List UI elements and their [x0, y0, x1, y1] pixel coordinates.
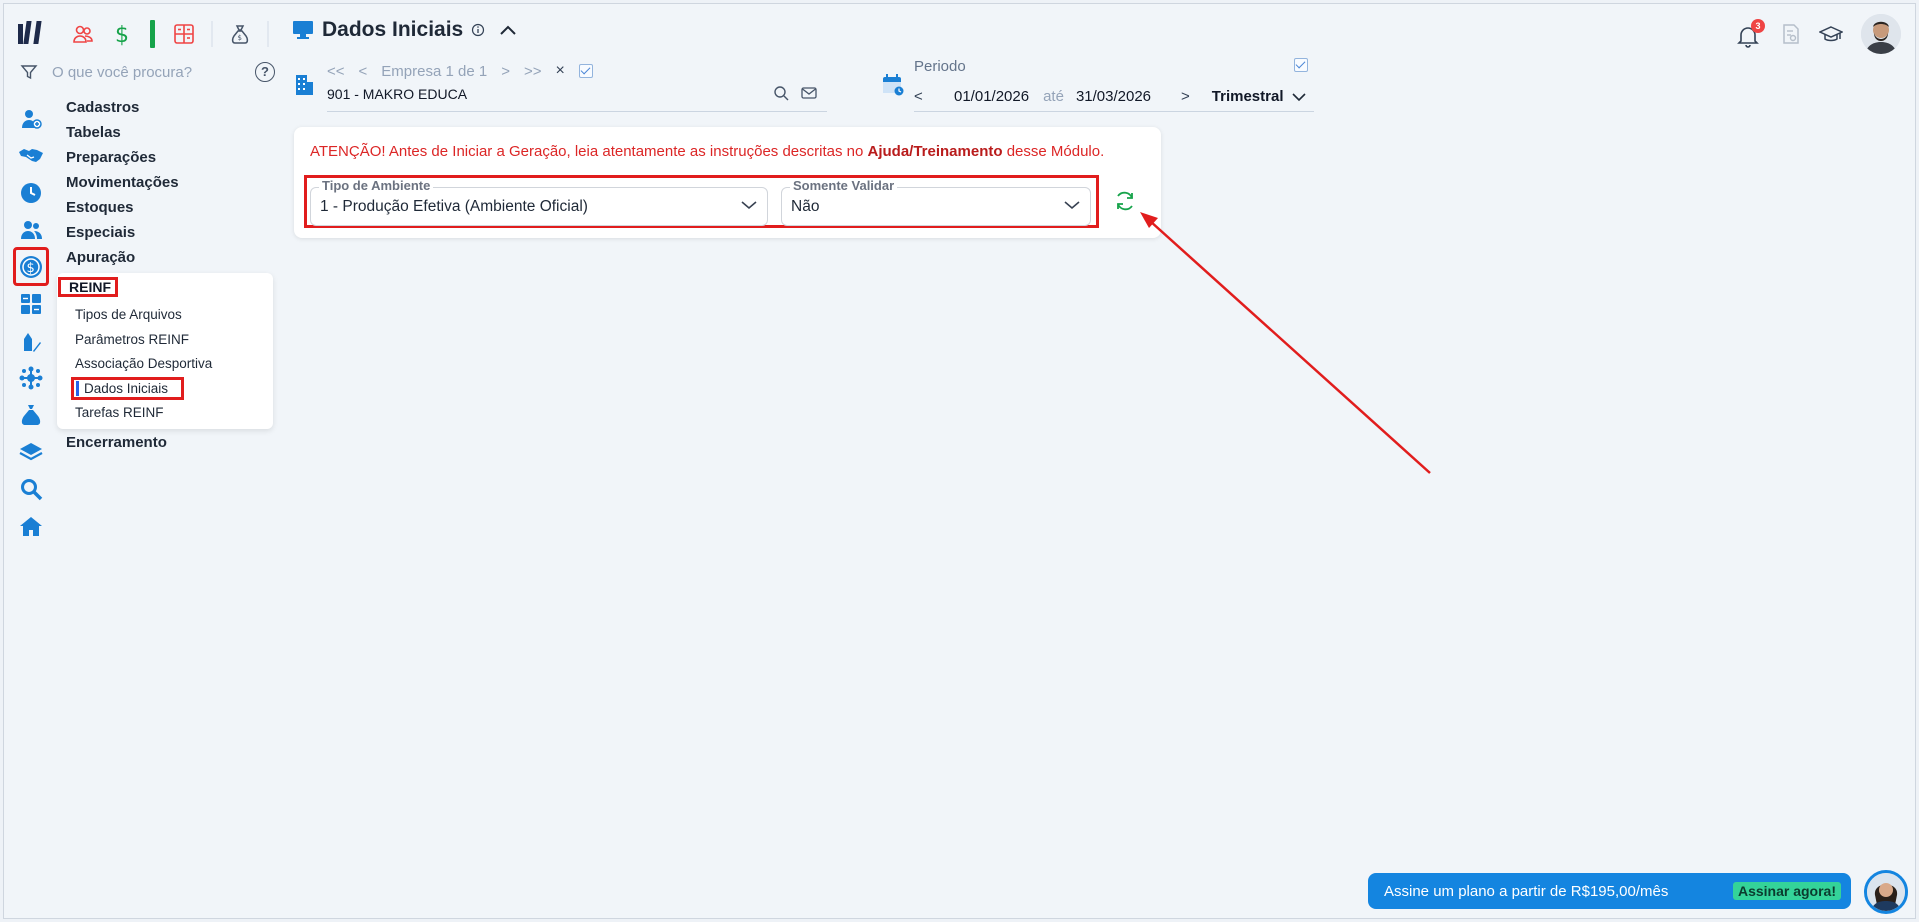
svg-text:$: $ [238, 34, 242, 42]
menu-item-apuracao[interactable]: Apuração [66, 247, 179, 272]
menu-item-cadastros[interactable]: Cadastros [66, 97, 179, 122]
money-bag-icon[interactable] [15, 396, 47, 433]
money-bag-module-icon[interactable]: $ [227, 21, 253, 47]
search-icon[interactable] [15, 470, 47, 507]
warning-message: ATENÇÃO! Antes de Iniciar a Geração, lei… [310, 143, 1104, 160]
svg-text:$: $ [27, 261, 35, 276]
notification-badge: 3 [1751, 19, 1765, 33]
help-training-link[interactable]: Ajuda/Treinamento [868, 143, 1003, 160]
empresa-checkbox[interactable] [578, 64, 593, 78]
building-icon [296, 75, 313, 95]
submenu-item-tipos-arquivos[interactable]: Tipos de Arquivos [75, 307, 182, 322]
warning-text-end: desse Módulo. [1002, 143, 1105, 160]
graduation-cap-icon[interactable] [1819, 24, 1843, 44]
clear-empresa-button[interactable]: × [556, 62, 565, 80]
somente-validar-label: Somente Validar [790, 178, 898, 193]
tipo-ambiente-label: Tipo de Ambiente [319, 178, 434, 193]
document-search-icon[interactable] [1781, 23, 1801, 45]
menu-search-input[interactable]: O que você procura? [52, 64, 255, 81]
period-end-date[interactable]: 31/03/2026 [1076, 88, 1151, 105]
empresa-field[interactable]: 901 - MAKRO EDUCA [327, 84, 827, 112]
sidebar-menu: Cadastros Tabelas Preparações Movimentaç… [66, 97, 179, 272]
prev-empresa-button[interactable]: < [359, 63, 368, 80]
info-icon[interactable] [471, 23, 485, 37]
mail-icon[interactable] [801, 85, 817, 101]
first-empresa-button[interactable]: << [327, 63, 345, 80]
submenu-title-reinf[interactable]: REINF [58, 277, 118, 297]
search-icon[interactable] [773, 85, 789, 101]
empresa-field-actions [773, 85, 817, 101]
somente-validar-value: Não [791, 198, 820, 215]
network-icon[interactable] [15, 359, 47, 396]
users-icon[interactable] [15, 211, 47, 248]
calculator-module-icon[interactable] [171, 21, 197, 47]
chevron-up-icon[interactable] [499, 23, 517, 37]
financeiro-icon[interactable]: $ [13, 247, 49, 286]
divider [211, 21, 213, 47]
support-chat-avatar[interactable] [1864, 870, 1908, 914]
chevron-down-icon [741, 201, 757, 210]
active-module-indicator [150, 20, 155, 48]
dollar-module-icon[interactable]: $ [110, 21, 136, 47]
subscription-banner[interactable]: Assine um plano a partir de R$195,00/mês… [1368, 873, 1851, 909]
header-actions: 3 [1737, 14, 1901, 54]
warning-text-start: ATENÇÃO! Antes de Iniciar a Geração, lei… [310, 143, 868, 160]
menu-item-movimentacoes[interactable]: Movimentações [66, 172, 179, 197]
divider [267, 21, 269, 47]
promo-text: Assine um plano a partir de R$195,00/mês [1384, 882, 1669, 900]
submenu-item-parametros-reinf[interactable]: Parâmetros REINF [75, 332, 189, 347]
notifications-button[interactable]: 3 [1737, 19, 1765, 48]
people-module-icon[interactable] [70, 21, 96, 47]
somente-validar-select[interactable]: Somente Validar Não [781, 178, 1091, 226]
menu-item-especiais[interactable]: Especiais [66, 222, 179, 247]
submenu-item-associacao-desportiva[interactable]: Associação Desportiva [75, 356, 212, 371]
submenu-item-dados-iniciais[interactable]: Dados Iniciais [71, 377, 184, 400]
calculator-icon[interactable] [15, 285, 47, 322]
dados-iniciais-card: ATENÇÃO! Antes de Iniciar a Geração, lei… [294, 127, 1161, 238]
last-empresa-button[interactable]: >> [524, 63, 542, 80]
handshake-icon[interactable] [15, 137, 47, 174]
chart-pen-icon[interactable] [15, 322, 47, 359]
monitor-icon [293, 21, 313, 39]
periodo-checkbox[interactable] [1294, 58, 1308, 72]
menu-item-encerramento[interactable]: Encerramento [66, 434, 167, 451]
empresa-counter: Empresa 1 de 1 [381, 62, 488, 80]
help-icon[interactable]: ? [255, 62, 275, 82]
menu-item-tabelas[interactable]: Tabelas [66, 122, 179, 147]
tipo-ambiente-select[interactable]: Tipo de Ambiente 1 - Produção Efetiva (A… [310, 178, 768, 226]
menu-search-bar: O que você procura? ? [20, 62, 275, 82]
empresa-value: 901 - MAKRO EDUCA [327, 86, 468, 102]
calendar-icon [883, 74, 904, 96]
empresa-navigation: << < Empresa 1 de 1 > >> × [327, 62, 593, 80]
layers-icon[interactable] [15, 433, 47, 470]
chevron-down-icon [1064, 201, 1080, 210]
subscribe-button[interactable]: Assinar agora! [1732, 882, 1841, 900]
periodo-label: Periodo [914, 58, 966, 75]
filter-icon[interactable] [20, 63, 38, 81]
submenu-item-tarefas-reinf[interactable]: Tarefas REINF [75, 405, 164, 420]
svg-text:$: $ [115, 23, 129, 47]
refresh-icon[interactable] [1114, 190, 1136, 212]
period-start-date[interactable]: 01/01/2026 [954, 88, 1029, 105]
cadastros-icon[interactable] [15, 100, 47, 137]
page-header: Dados Iniciais [292, 18, 517, 42]
clock-icon[interactable] [15, 174, 47, 211]
chevron-down-icon[interactable] [1291, 92, 1306, 102]
page-title: Dados Iniciais [322, 18, 464, 41]
highlight-box: Tipo de Ambiente 1 - Produção Efetiva (A… [304, 175, 1099, 228]
home-icon[interactable] [15, 507, 47, 544]
menu-item-estoques[interactable]: Estoques [66, 197, 179, 222]
app-logo-icon[interactable] [16, 18, 46, 48]
user-avatar[interactable] [1861, 14, 1901, 54]
menu-item-preparacoes[interactable]: Preparações [66, 147, 179, 172]
periodo-field: < 01/01/2026 até 31/03/2026 > Trimestral [914, 82, 1314, 112]
sidebar-icon-rail: $ [13, 100, 49, 544]
next-empresa-button[interactable]: > [501, 63, 510, 80]
module-bar: $ $ [70, 20, 283, 48]
period-type-select[interactable]: Trimestral [1212, 88, 1284, 105]
next-period-button[interactable]: > [1181, 88, 1190, 105]
period-ate-label: até [1043, 88, 1064, 105]
tipo-ambiente-value: 1 - Produção Efetiva (Ambiente Oficial) [320, 198, 588, 215]
prev-period-button[interactable]: < [914, 88, 934, 105]
